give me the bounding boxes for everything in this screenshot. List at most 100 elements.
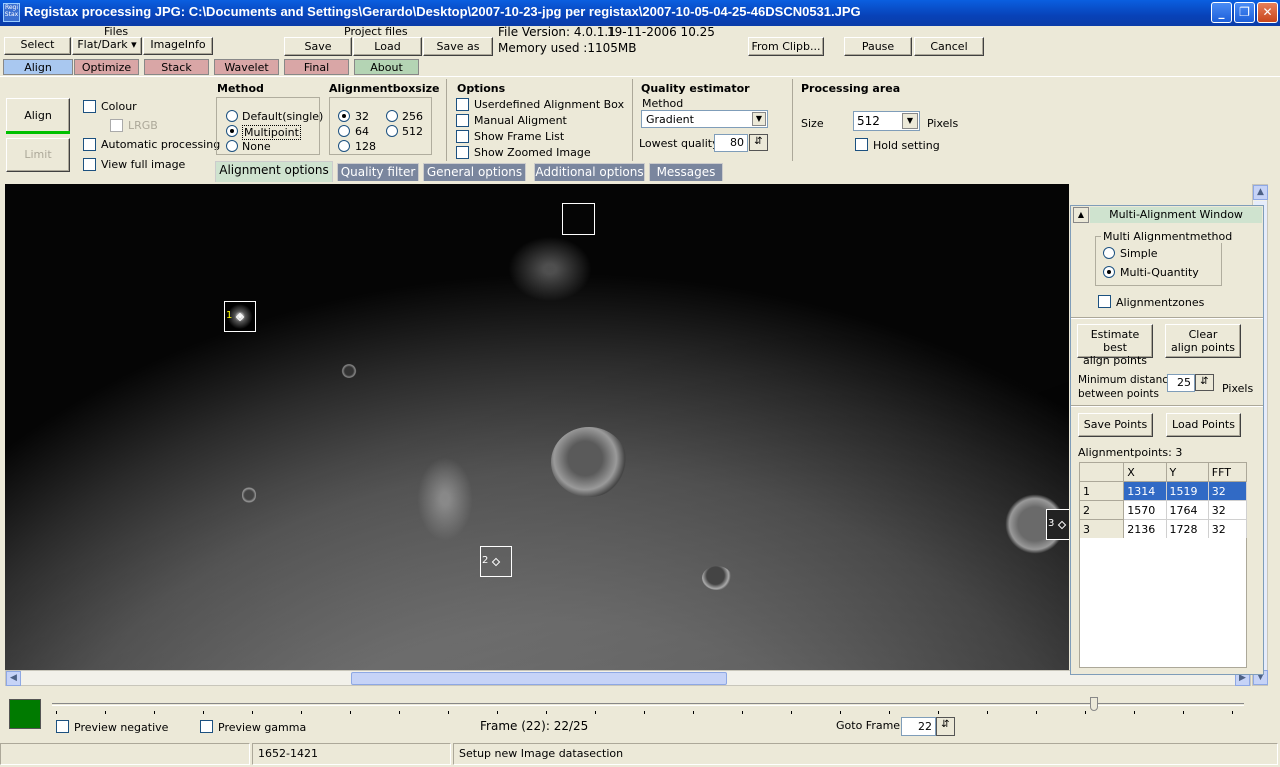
chevron-left-icon[interactable]: ◀ bbox=[6, 671, 21, 686]
align-button[interactable]: Align bbox=[6, 98, 70, 134]
boxsize-32-radio[interactable] bbox=[338, 110, 350, 122]
frame-slider-thumb[interactable] bbox=[1090, 697, 1098, 711]
method-none-radio[interactable] bbox=[226, 140, 238, 152]
flat-dark-button[interactable]: Flat/Dark ▾ bbox=[72, 37, 142, 55]
tab-stack[interactable]: Stack bbox=[144, 59, 209, 75]
scroll-thumb[interactable] bbox=[351, 672, 727, 685]
alignment-box[interactable] bbox=[562, 203, 595, 235]
colour-checkbox[interactable] bbox=[83, 100, 96, 113]
alignment-point-marker bbox=[1057, 520, 1067, 530]
alignment-point-3[interactable]: 3 bbox=[1046, 509, 1069, 540]
tab-align[interactable]: Align bbox=[3, 59, 73, 75]
clear-align-points-button[interactable]: Clear align points bbox=[1165, 324, 1241, 358]
lrgb-checkbox[interactable] bbox=[110, 119, 123, 132]
tab-wavelet[interactable]: Wavelet bbox=[214, 59, 279, 75]
save-points-button[interactable]: Save Points bbox=[1078, 413, 1153, 437]
pixels-label: Pixels bbox=[1222, 382, 1254, 395]
preview-negative-checkbox[interactable] bbox=[56, 720, 69, 733]
tab-about[interactable]: About bbox=[354, 59, 419, 75]
boxsize-64-radio[interactable] bbox=[338, 125, 350, 137]
tab-final[interactable]: Final bbox=[284, 59, 349, 75]
cancel-button[interactable]: Cancel bbox=[914, 37, 984, 56]
goto-frame-spinner[interactable]: ⇵ bbox=[936, 717, 955, 736]
simple-radio[interactable] bbox=[1103, 247, 1115, 259]
chevron-down-icon[interactable]: ▼ bbox=[902, 113, 918, 129]
alignment-point-marker bbox=[235, 312, 245, 322]
subtab-additional-options[interactable]: Additional options bbox=[534, 163, 645, 181]
limit-button[interactable]: Limit bbox=[6, 138, 70, 172]
size-label: Size bbox=[801, 117, 824, 130]
minimize-button[interactable]: _ bbox=[1211, 2, 1232, 23]
view-full-image-checkbox[interactable] bbox=[83, 158, 96, 171]
preview-gamma-label: Preview gamma bbox=[218, 721, 307, 734]
show-frame-list-label: Show Frame List bbox=[474, 130, 565, 143]
multi-quantity-radio[interactable] bbox=[1103, 266, 1115, 278]
load-points-button[interactable]: Load Points bbox=[1166, 413, 1241, 437]
slider-tick bbox=[889, 711, 890, 714]
from-clipboard-button[interactable]: From Clipb... bbox=[748, 37, 824, 56]
maximize-button[interactable]: ❐ bbox=[1234, 2, 1255, 23]
show-zoomed-image-checkbox[interactable] bbox=[456, 146, 469, 159]
quality-estimator-header: Quality estimator bbox=[641, 82, 750, 95]
manual-aligment-checkbox[interactable] bbox=[456, 114, 469, 127]
boxsize-256-radio[interactable] bbox=[386, 110, 398, 122]
quality-method-label: Method bbox=[642, 97, 684, 110]
lowest-quality-spinner[interactable]: ⇵ bbox=[749, 134, 768, 151]
close-button[interactable]: ✕ bbox=[1257, 2, 1278, 23]
method-default-radio[interactable] bbox=[226, 110, 238, 122]
imageinfo-button[interactable]: ImageInfo bbox=[143, 37, 213, 55]
title-bar: Regi Stax Registax processing JPG: C:\Do… bbox=[0, 0, 1280, 26]
automatic-processing-checkbox[interactable] bbox=[83, 138, 96, 151]
minimum-distance-input[interactable]: 25 bbox=[1167, 374, 1195, 392]
table-row[interactable]: 1 1314 1519 32 bbox=[1078, 481, 1248, 501]
divider bbox=[1071, 317, 1263, 319]
cell-x: 2136 bbox=[1123, 519, 1167, 539]
subtab-messages[interactable]: Messages bbox=[649, 163, 723, 181]
subtab-alignment-options[interactable]: Alignment options bbox=[215, 161, 333, 182]
crater bbox=[551, 427, 627, 497]
alignment-point-2[interactable]: 2 bbox=[480, 546, 512, 577]
load-button[interactable]: Load bbox=[353, 37, 422, 56]
peak bbox=[505, 234, 595, 304]
alignmentzones-checkbox[interactable] bbox=[1098, 295, 1111, 308]
table-row[interactable]: 3 2136 1728 32 bbox=[1078, 519, 1248, 539]
frame-slider-track[interactable] bbox=[52, 703, 1244, 706]
alignment-point-marker bbox=[491, 557, 501, 567]
userdefined-alignment-box-label: Userdefined Alignment Box bbox=[474, 98, 625, 111]
horizontal-scrollbar[interactable]: ◀ ▶ bbox=[5, 670, 1251, 686]
collapse-button[interactable]: ▲ bbox=[1073, 207, 1089, 223]
boxsize-512-radio[interactable] bbox=[386, 125, 398, 137]
minimum-distance-spinner[interactable]: ⇵ bbox=[1195, 374, 1214, 391]
hold-setting-checkbox[interactable] bbox=[855, 138, 868, 151]
column-header-y: Y bbox=[1165, 462, 1209, 482]
size-select[interactable]: 512 ▼ bbox=[853, 111, 920, 131]
method-multipoint-radio[interactable] bbox=[226, 125, 238, 137]
preview-gamma-checkbox[interactable] bbox=[200, 720, 213, 733]
pause-button[interactable]: Pause bbox=[844, 37, 912, 56]
show-frame-list-checkbox[interactable] bbox=[456, 130, 469, 143]
goto-frame-input[interactable]: 22 bbox=[901, 717, 936, 736]
boxsize-64-label: 64 bbox=[355, 125, 369, 138]
alignment-point-1[interactable]: 1 bbox=[224, 301, 256, 332]
hold-setting-label: Hold setting bbox=[873, 139, 940, 152]
table-row[interactable]: 2 1570 1764 32 bbox=[1078, 500, 1248, 520]
save-button[interactable]: Save bbox=[284, 37, 352, 56]
slider-tick bbox=[742, 711, 743, 714]
select-button[interactable]: Select bbox=[4, 37, 71, 55]
save-as-button[interactable]: Save as bbox=[423, 37, 493, 56]
slider-tick bbox=[644, 711, 645, 714]
moon-image-view[interactable]: 1 2 3 bbox=[5, 184, 1069, 670]
cell-y: 1728 bbox=[1165, 519, 1209, 539]
chevron-up-icon[interactable]: ▲ bbox=[1253, 185, 1268, 200]
slider-tick bbox=[987, 711, 988, 714]
lowest-quality-input[interactable]: 80 bbox=[714, 134, 748, 152]
tab-optimize[interactable]: Optimize bbox=[74, 59, 139, 75]
userdefined-alignment-box-checkbox[interactable] bbox=[456, 98, 469, 111]
subtab-quality-filter[interactable]: Quality filter bbox=[337, 163, 419, 181]
quality-method-select[interactable]: Gradient ▼ bbox=[641, 110, 768, 128]
subtab-general-options[interactable]: General options bbox=[423, 163, 526, 181]
boxsize-128-radio[interactable] bbox=[338, 140, 350, 152]
alignment-points-table: X Y FFT 1 1314 1519 32 2 1570 1764 32 3 2136 1728 3… bbox=[1078, 462, 1248, 539]
chevron-down-icon[interactable]: ▼ bbox=[752, 112, 766, 126]
estimate-best-align-points-button[interactable]: Estimate best align points bbox=[1077, 324, 1153, 367]
